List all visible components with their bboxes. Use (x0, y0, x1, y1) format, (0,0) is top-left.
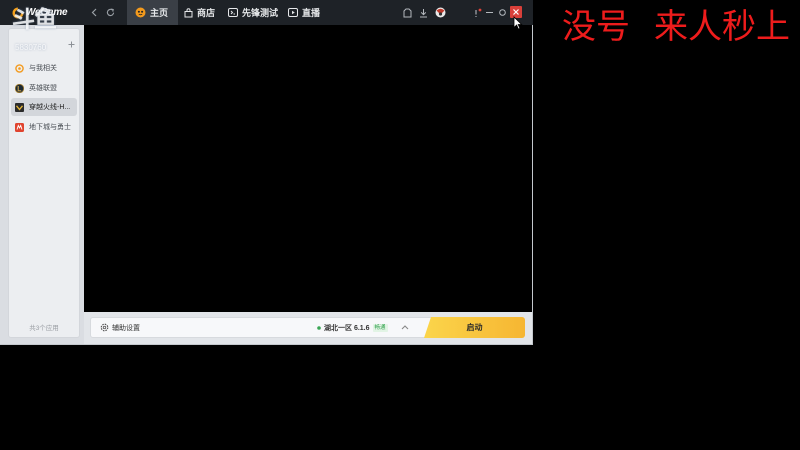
sidebar-item-label: 英雄联盟 (29, 85, 57, 92)
home-mascot-icon (135, 7, 146, 18)
logo-text: WeGame (26, 7, 68, 18)
server-status-badge: 畅通 (372, 323, 388, 332)
plus-icon (68, 41, 75, 48)
back-button[interactable] (91, 0, 97, 25)
tab-live-label: 直播 (302, 8, 321, 18)
gear-icon (100, 323, 109, 332)
app-count-label: 共3个应用 (29, 325, 59, 332)
sidebar-item-label: 与我相关 (29, 65, 57, 72)
main-content (84, 25, 532, 312)
server-status-dot (317, 325, 321, 330)
title-bar[interactable]: WeGame 主页 商店 先锋测试 直播 (0, 0, 533, 25)
minimize-button[interactable] (486, 0, 493, 25)
minimize-icon (486, 12, 493, 13)
bag-icon (403, 8, 412, 17)
user-avatar-icon (435, 7, 446, 18)
beta-test-icon (228, 8, 238, 17)
maximize-icon (499, 9, 506, 16)
crossfire-icon (15, 102, 24, 112)
maximize-button[interactable] (499, 0, 506, 25)
assist-settings-button[interactable]: 辅助设置 (100, 318, 140, 337)
notification-button[interactable] (473, 0, 482, 25)
bag-button[interactable] (403, 0, 412, 25)
refresh-icon (106, 8, 115, 17)
refresh-button[interactable] (106, 0, 115, 25)
assist-settings-label: 辅助设置 (112, 324, 140, 332)
sidebar-item-lol[interactable]: 英雄联盟 (11, 79, 77, 97)
tab-home-label: 主页 (150, 8, 169, 18)
shopping-bag-icon (184, 7, 193, 17)
download-icon (420, 8, 427, 17)
wegame-window: WeGame 主页 商店 先锋测试 直播 与我相关 英雄联盟 穿越火线-H...… (0, 0, 533, 345)
expand-button[interactable] (401, 324, 409, 330)
sidebar-item-crossfire[interactable]: 穿越火线-H... (11, 98, 77, 116)
chevron-up-icon (401, 325, 409, 330)
overlay-text-left: 没号 (562, 8, 630, 46)
tab-beta-test-label: 先锋测试 (242, 8, 279, 18)
notification-icon (475, 8, 482, 17)
wegame-logo[interactable]: WeGame (12, 0, 68, 25)
overlay-text-right: 来人秒上 (654, 8, 790, 46)
sidebar-item-dnf[interactable]: 地下城与勇士 (11, 118, 77, 136)
add-app-button[interactable] (68, 41, 75, 48)
launch-button[interactable]: 启动 (424, 317, 525, 338)
user-avatar[interactable] (435, 0, 446, 25)
launch-label: 启动 (466, 323, 483, 332)
server-name: 湖北一区 6.1.6 (324, 324, 370, 332)
dnf-icon (15, 122, 24, 132)
sidebar: 与我相关 英雄联盟 穿越火线-H... 地下城与勇士 共3个应用 (8, 28, 80, 338)
sidebar-item-related[interactable]: 与我相关 (11, 59, 77, 77)
tab-live[interactable]: 直播 (288, 0, 320, 25)
mouse-cursor-icon (513, 16, 523, 30)
server-selector[interactable]: 湖北一区 6.1.6 畅通 (317, 318, 388, 337)
related-to-me-icon (15, 63, 24, 73)
sidebar-item-label: 穿越火线-H... (29, 104, 71, 111)
wegame-logo-icon (12, 6, 24, 19)
sidebar-item-label: 地下城与勇士 (29, 124, 71, 131)
league-of-legends-icon (15, 83, 24, 93)
tab-store[interactable]: 商店 (184, 0, 215, 25)
tab-beta-test[interactable]: 先锋测试 (228, 0, 278, 25)
tab-home[interactable]: 主页 (127, 0, 179, 25)
tab-store-label: 商店 (197, 8, 216, 18)
download-button[interactable] (419, 0, 428, 25)
back-icon (91, 8, 97, 17)
live-play-icon (288, 8, 298, 17)
